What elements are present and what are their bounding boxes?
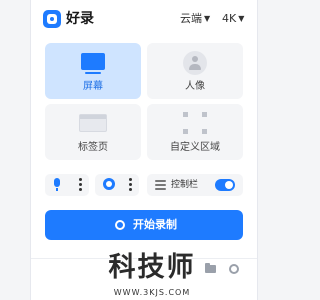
chevron-down-icon: ▼ [204,14,211,23]
microphone-control[interactable] [45,174,89,196]
microphone-icon [54,178,60,191]
chevron-down-icon: ▼ [238,14,245,23]
watermark-title: 科技师 [108,252,196,283]
control-bar-setting: 控制栏 [147,174,243,196]
app-name: 好录 [66,11,94,27]
mode-tab[interactable]: 标签页 [45,104,141,160]
start-recording-button[interactable]: 开始录制 [45,210,243,240]
storage-dropdown[interactable]: 云端 ▼ [180,12,210,26]
mode-portrait[interactable]: 人像 [147,43,243,99]
more-options-icon[interactable] [79,178,82,192]
settings-icon[interactable] [229,264,239,274]
record-icon [115,220,125,230]
app-logo-icon [43,10,61,28]
mode-custom-region-label: 自定义区域 [170,142,220,153]
camera-icon [103,178,115,190]
mode-tab-label: 标签页 [78,142,108,153]
monitor-icon [81,53,105,74]
region-select-icon [183,112,207,134]
control-bar-label: 控制栏 [171,180,199,190]
mode-screen[interactable]: 屏幕 [45,43,141,99]
camera-control[interactable] [95,174,139,196]
control-bar-toggle[interactable] [215,179,235,191]
start-recording-label: 开始录制 [133,218,177,231]
mode-portrait-label: 人像 [185,81,205,92]
mode-custom-region[interactable]: 自定义区域 [147,104,243,160]
person-icon [183,51,207,75]
more-options-icon[interactable] [129,178,132,192]
storage-dropdown-label: 云端 [180,12,202,25]
mode-screen-label: 屏幕 [83,81,103,92]
browser-tab-icon [79,114,107,132]
control-bar-icon [155,180,166,190]
quality-dropdown[interactable]: 4K ▼ [222,12,244,26]
header: 好录 云端 ▼ 4K ▼ [43,10,245,30]
quality-dropdown-label: 4K [222,12,237,25]
watermark-url: WWW.3KJS.COM [113,288,191,297]
